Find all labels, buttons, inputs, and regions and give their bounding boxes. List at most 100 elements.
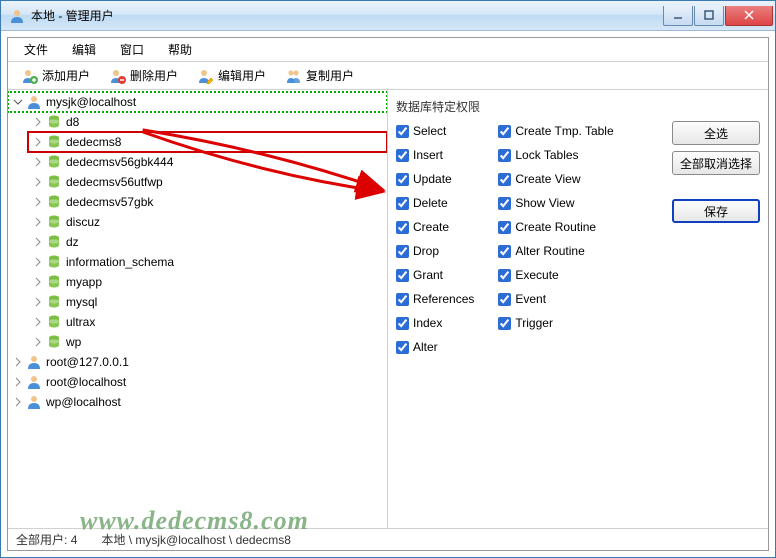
privilege-checkbox[interactable] bbox=[498, 317, 511, 330]
tree-db-item[interactable]: dedecmsv56utfwp bbox=[28, 172, 387, 192]
expander-icon[interactable] bbox=[32, 196, 44, 208]
tree-db-item[interactable]: dedecmsv56gbk444 bbox=[28, 152, 387, 172]
save-button[interactable]: 保存 bbox=[672, 199, 760, 223]
privileges-pane: 数据库特定权限 Select Insert Update Delete Create Dr… bbox=[388, 90, 768, 528]
privilege-drop[interactable]: Drop bbox=[396, 241, 474, 261]
privilege-checkbox[interactable] bbox=[498, 221, 511, 234]
close-button[interactable] bbox=[725, 6, 773, 26]
privilege-checkbox[interactable] bbox=[396, 197, 409, 210]
add-user-button[interactable]: 添加用户 bbox=[12, 65, 100, 86]
privilege-checkbox[interactable] bbox=[498, 149, 511, 162]
privilege-checkbox[interactable] bbox=[396, 221, 409, 234]
privilege-create[interactable]: Create bbox=[396, 217, 474, 237]
privilege-event[interactable]: Event bbox=[498, 289, 613, 309]
privilege-checkbox[interactable] bbox=[396, 173, 409, 186]
expander-icon[interactable] bbox=[32, 296, 44, 308]
tree-user-item[interactable]: wp@localhost bbox=[8, 392, 387, 412]
tree-pane[interactable]: mysjk@localhost d8 dedecms8 dedecmsv56gbk44… bbox=[8, 90, 388, 528]
tree-db-item[interactable]: dedecms8 bbox=[28, 132, 387, 152]
select-all-button[interactable]: 全选 bbox=[672, 121, 760, 145]
tree-label: myapp bbox=[66, 275, 102, 289]
expander-icon[interactable] bbox=[32, 176, 44, 188]
maximize-button[interactable] bbox=[694, 6, 724, 26]
privilege-label: Insert bbox=[413, 148, 443, 162]
privilege-checkbox[interactable] bbox=[498, 293, 511, 306]
edit-user-button[interactable]: 编辑用户 bbox=[188, 65, 276, 86]
expander-icon[interactable] bbox=[32, 216, 44, 228]
privilege-alter[interactable]: Alter bbox=[396, 337, 474, 357]
menu-help[interactable]: 帮助 bbox=[156, 38, 204, 61]
privilege-checkbox[interactable] bbox=[396, 125, 409, 138]
privilege-label: Select bbox=[413, 124, 446, 138]
titlebar[interactable]: 本地 - 管理用户 bbox=[1, 1, 775, 31]
expander-icon[interactable] bbox=[32, 236, 44, 248]
privilege-show-view[interactable]: Show View bbox=[498, 193, 613, 213]
privilege-grant[interactable]: Grant bbox=[396, 265, 474, 285]
privilege-lock-tables[interactable]: Lock Tables bbox=[498, 145, 613, 165]
tree-label: mysql bbox=[66, 295, 97, 309]
privilege-checkbox[interactable] bbox=[498, 125, 511, 138]
privilege-checkbox[interactable] bbox=[396, 149, 409, 162]
tree-user-root[interactable]: mysjk@localhost bbox=[8, 92, 387, 112]
privilege-create-view[interactable]: Create View bbox=[498, 169, 613, 189]
expander-icon[interactable] bbox=[32, 336, 44, 348]
privilege-checkbox[interactable] bbox=[396, 269, 409, 282]
privilege-checkbox[interactable] bbox=[396, 341, 409, 354]
privilege-references[interactable]: References bbox=[396, 289, 474, 309]
tree-label: d8 bbox=[66, 115, 79, 129]
tree-db-item[interactable]: ultrax bbox=[28, 312, 387, 332]
privilege-checkbox[interactable] bbox=[498, 245, 511, 258]
expander-icon[interactable] bbox=[32, 156, 44, 168]
tree-db-item[interactable]: myapp bbox=[28, 272, 387, 292]
expander-icon[interactable] bbox=[32, 316, 44, 328]
privilege-update[interactable]: Update bbox=[396, 169, 474, 189]
tree-db-item[interactable]: wp bbox=[28, 332, 387, 352]
tree-label: dedecms8 bbox=[66, 135, 121, 149]
privilege-execute[interactable]: Execute bbox=[498, 265, 613, 285]
privilege-checkbox[interactable] bbox=[498, 173, 511, 186]
privilege-checkbox[interactable] bbox=[396, 245, 409, 258]
expander-icon[interactable] bbox=[32, 136, 44, 148]
privileges-column-1: Select Insert Update Delete Create Drop Grant R… bbox=[396, 121, 474, 357]
tree-db-item[interactable]: information_schema bbox=[28, 252, 387, 272]
privilege-alter-routine[interactable]: Alter Routine bbox=[498, 241, 613, 261]
tree-db-item[interactable]: dz bbox=[28, 232, 387, 252]
menu-file[interactable]: 文件 bbox=[12, 38, 60, 61]
expander-icon[interactable] bbox=[32, 276, 44, 288]
tree-db-item[interactable]: mysql bbox=[28, 292, 387, 312]
status-user-count: 全部用户: 4 bbox=[16, 531, 77, 548]
minimize-button[interactable] bbox=[663, 6, 693, 26]
privilege-delete[interactable]: Delete bbox=[396, 193, 474, 213]
expander-icon[interactable] bbox=[12, 376, 24, 388]
expander-icon[interactable] bbox=[32, 116, 44, 128]
privilege-checkbox[interactable] bbox=[396, 317, 409, 330]
expander-icon[interactable] bbox=[32, 256, 44, 268]
tree-user-item[interactable]: root@localhost bbox=[8, 372, 387, 392]
privilege-checkbox[interactable] bbox=[498, 197, 511, 210]
tree-db-item[interactable]: discuz bbox=[28, 212, 387, 232]
privilege-checkbox[interactable] bbox=[396, 293, 409, 306]
user-tree: mysjk@localhost d8 dedecms8 dedecmsv56gbk44… bbox=[8, 92, 387, 412]
privilege-checkbox[interactable] bbox=[498, 269, 511, 282]
menu-window[interactable]: 窗口 bbox=[108, 38, 156, 61]
add-user-label: 添加用户 bbox=[42, 67, 90, 84]
tree-db-item[interactable]: d8 bbox=[28, 112, 387, 132]
expander-icon[interactable] bbox=[12, 96, 24, 108]
privilege-create-routine[interactable]: Create Routine bbox=[498, 217, 613, 237]
tree-db-item[interactable]: dedecmsv57gbk bbox=[28, 192, 387, 212]
tree-user-item[interactable]: root@127.0.0.1 bbox=[8, 352, 387, 372]
privilege-insert[interactable]: Insert bbox=[396, 145, 474, 165]
menu-edit[interactable]: 编辑 bbox=[60, 38, 108, 61]
privileges-title: 数据库特定权限 bbox=[396, 98, 760, 115]
privilege-create-tmp-table[interactable]: Create Tmp. Table bbox=[498, 121, 613, 141]
delete-user-button[interactable]: 删除用户 bbox=[100, 65, 188, 86]
privilege-select[interactable]: Select bbox=[396, 121, 474, 141]
privilege-index[interactable]: Index bbox=[396, 313, 474, 333]
expander-icon[interactable] bbox=[12, 396, 24, 408]
copy-user-button[interactable]: 复制用户 bbox=[276, 65, 364, 86]
tree-label: wp@localhost bbox=[46, 395, 121, 409]
privilege-trigger[interactable]: Trigger bbox=[498, 313, 613, 333]
deselect-all-button[interactable]: 全部取消选择 bbox=[672, 151, 760, 175]
expander-icon[interactable] bbox=[12, 356, 24, 368]
tree-label: dedecmsv56gbk444 bbox=[66, 155, 173, 169]
